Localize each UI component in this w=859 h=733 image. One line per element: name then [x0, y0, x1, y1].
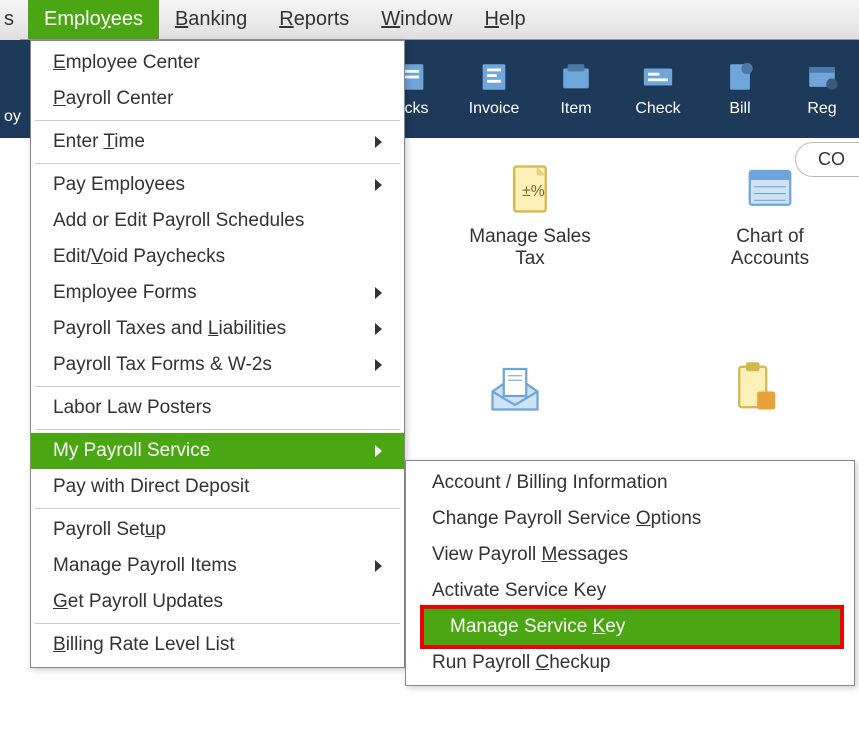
- menu-separator: [35, 386, 400, 387]
- chevron-right-icon: [375, 323, 382, 335]
- menu-add-edit-schedules[interactable]: Add or Edit Payroll Schedules: [31, 203, 404, 239]
- chevron-right-icon: [375, 359, 382, 371]
- menu-get-payroll-updates[interactable]: Get Payroll Updates: [31, 584, 404, 620]
- menu-edit-void[interactable]: Edit/Void Paychecks: [31, 239, 404, 275]
- submenu-view-messages[interactable]: View Payroll Messages: [406, 537, 854, 573]
- toolbar-check-label: Check: [635, 100, 680, 118]
- menu-my-payroll-service[interactable]: My Payroll Service: [31, 433, 404, 469]
- toolbar-bill-label: Bill: [729, 100, 750, 118]
- toolbar-check[interactable]: Check: [621, 54, 695, 124]
- chevron-right-icon: [375, 560, 382, 572]
- toolbar-invoice[interactable]: Invoice: [457, 54, 531, 124]
- svg-text:±%: ±%: [522, 183, 545, 200]
- menu-window-label: Window: [381, 8, 452, 30]
- toolbar-bill[interactable]: Bill: [703, 54, 777, 124]
- envelope-card[interactable]: [445, 360, 585, 424]
- menu-separator: [35, 508, 400, 509]
- clipboard-card[interactable]: [685, 360, 825, 424]
- menu-banking-label: Banking: [175, 8, 247, 30]
- toolbar-truncated-left: oy: [0, 98, 30, 136]
- submenu-run-checkup[interactable]: Run Payroll Checkup: [406, 645, 854, 681]
- menu-employees[interactable]: Employees: [28, 0, 159, 39]
- menu-employee-forms[interactable]: Employee Forms: [31, 275, 404, 311]
- submenu-manage-service-key[interactable]: Manage Service Key: [424, 609, 840, 645]
- invoice-icon: [477, 60, 511, 94]
- menu-separator: [35, 120, 400, 121]
- menu-payroll-center[interactable]: Payroll Center: [31, 81, 404, 117]
- submenu-account-billing[interactable]: Account / Billing Information: [406, 465, 854, 501]
- toolbar-item-label: Item: [560, 100, 591, 118]
- chart-of-accounts-label: Chart of Accounts: [700, 226, 840, 270]
- chart-of-accounts-card[interactable]: Chart of Accounts: [700, 162, 840, 270]
- menu-separator: [35, 429, 400, 430]
- chevron-right-icon: [375, 136, 382, 148]
- register-icon: [805, 60, 839, 94]
- item-icon: [559, 60, 593, 94]
- toolbar-item[interactable]: Item: [539, 54, 613, 124]
- menu-reports[interactable]: Reports: [263, 0, 365, 39]
- highlight-box: Manage Service Key: [420, 605, 844, 649]
- menu-separator: [35, 163, 400, 164]
- envelope-doc-icon: [488, 360, 542, 414]
- bill-icon: [723, 60, 757, 94]
- menu-labor-law[interactable]: Labor Law Posters: [31, 390, 404, 426]
- submenu-activate-key[interactable]: Activate Service Key: [406, 573, 854, 609]
- check-icon: [641, 60, 675, 94]
- manage-sales-tax-label: Manage Sales Tax: [460, 226, 600, 270]
- my-payroll-service-submenu: Account / Billing Information Change Pay…: [405, 460, 855, 686]
- toolbar-invoice-label: Invoice: [469, 100, 520, 118]
- chevron-right-icon: [375, 179, 382, 191]
- clipboard-icon: [728, 360, 782, 414]
- toolbar-reg-label: Reg: [807, 100, 836, 118]
- menu-separator: [35, 623, 400, 624]
- manage-sales-tax-card[interactable]: ±% Manage Sales Tax: [460, 162, 600, 270]
- menu-help-label: Help: [484, 8, 525, 30]
- menu-banking[interactable]: Banking: [159, 0, 263, 39]
- chevron-right-icon: [375, 287, 382, 299]
- menu-taxes-liabilities[interactable]: Payroll Taxes and Liabilities: [31, 311, 404, 347]
- menu-employee-center[interactable]: Employee Center: [31, 45, 404, 81]
- menu-window[interactable]: Window: [365, 0, 468, 39]
- sales-tax-icon: ±%: [503, 162, 557, 216]
- employees-dropdown: Employee Center Payroll Center Enter Tim…: [30, 40, 405, 668]
- menu-billing-rate[interactable]: Billing Rate Level List: [31, 627, 404, 663]
- chevron-right-icon: [375, 445, 382, 457]
- menu-help[interactable]: Help: [468, 0, 541, 39]
- toolbar-reg[interactable]: Reg: [785, 54, 859, 124]
- chart-accounts-icon: [743, 162, 797, 216]
- menu-payroll-setup[interactable]: Payroll Setup: [31, 512, 404, 548]
- menu-manage-payroll-items[interactable]: Manage Payroll Items: [31, 548, 404, 584]
- co-button[interactable]: CO: [795, 142, 859, 177]
- menu-employees-label: Employees: [44, 8, 143, 30]
- menu-tax-forms-w2[interactable]: Payroll Tax Forms & W-2s: [31, 347, 404, 383]
- menu-reports-label: Reports: [279, 8, 349, 30]
- submenu-change-options[interactable]: Change Payroll Service Options: [406, 501, 854, 537]
- menubar-truncated-left: s: [0, 0, 20, 40]
- menu-enter-time[interactable]: Enter Time: [31, 124, 404, 160]
- menu-pay-direct-deposit[interactable]: Pay with Direct Deposit: [31, 469, 404, 505]
- menu-pay-employees[interactable]: Pay Employees: [31, 167, 404, 203]
- menubar: Employees Banking Reports Window Help: [0, 0, 859, 40]
